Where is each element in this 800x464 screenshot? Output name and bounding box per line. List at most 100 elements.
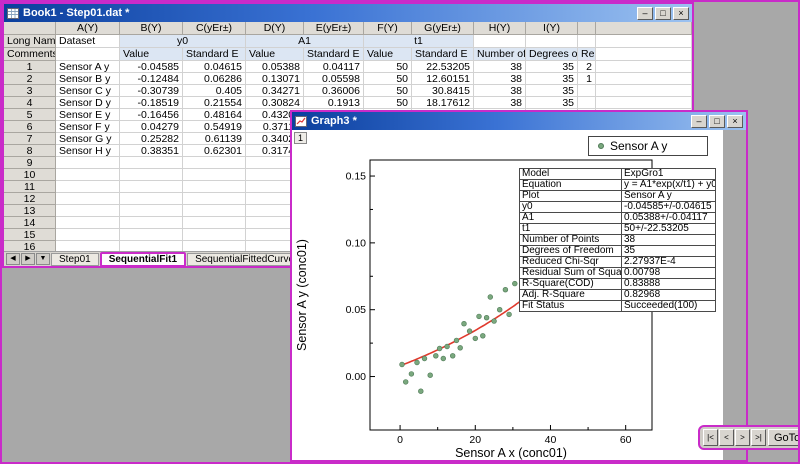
- col-header[interactable]: D(Y): [246, 22, 304, 35]
- worksheet-titlebar[interactable]: Book1 - Step01.dat * – □ ×: [4, 4, 692, 22]
- cell-comment[interactable]: Value: [246, 48, 304, 61]
- row-header[interactable]: 11: [4, 181, 56, 193]
- row-header[interactable]: 5: [4, 109, 56, 121]
- cell[interactable]: Sensor G y: [56, 133, 120, 145]
- cell[interactable]: 12.60151: [412, 73, 474, 85]
- row-header[interactable]: 16: [4, 241, 56, 251]
- cell-comment[interactable]: Standard E: [412, 48, 474, 61]
- cell[interactable]: 0.405: [183, 85, 246, 97]
- row-header[interactable]: 10: [4, 169, 56, 181]
- row-header[interactable]: 7: [4, 133, 56, 145]
- row-header[interactable]: 9: [4, 157, 56, 169]
- row-header[interactable]: 13: [4, 205, 56, 217]
- cell[interactable]: 0.05388: [246, 61, 304, 73]
- legend[interactable]: Sensor A y: [588, 136, 708, 156]
- cell[interactable]: 35: [526, 61, 578, 73]
- cell[interactable]: [120, 193, 183, 205]
- cell-comment[interactable]: Standard E: [183, 48, 246, 61]
- col-header[interactable]: G(yEr±): [412, 22, 474, 35]
- cell[interactable]: 0.34271: [246, 85, 304, 97]
- goto-nav-button[interactable]: |<: [703, 429, 718, 446]
- cell[interactable]: 0.30824: [246, 97, 304, 109]
- cell-comment[interactable]: Re: [578, 48, 596, 61]
- cell-comment[interactable]: Value: [364, 48, 412, 61]
- maximize-button[interactable]: □: [709, 115, 725, 128]
- cell[interactable]: [120, 205, 183, 217]
- cell[interactable]: [56, 217, 120, 229]
- row-header[interactable]: 3: [4, 85, 56, 97]
- cell[interactable]: [120, 241, 183, 251]
- col-header[interactable]: [596, 22, 692, 35]
- goto-nav-button[interactable]: >: [735, 429, 750, 446]
- cell[interactable]: [56, 205, 120, 217]
- cell[interactable]: 0.04279: [120, 121, 183, 133]
- cell[interactable]: -0.18519: [120, 97, 183, 109]
- cell[interactable]: [56, 157, 120, 169]
- cell[interactable]: 0.05598: [304, 73, 364, 85]
- tab-nav-button[interactable]: ▶: [21, 253, 35, 265]
- cell[interactable]: [183, 205, 246, 217]
- row-header-longname[interactable]: Long Name: [4, 35, 56, 48]
- cell[interactable]: 38: [474, 73, 526, 85]
- cell[interactable]: 38: [474, 97, 526, 109]
- row-header[interactable]: 6: [4, 121, 56, 133]
- cell[interactable]: -0.30739: [120, 85, 183, 97]
- cell[interactable]: [120, 229, 183, 241]
- row-header-comments[interactable]: Comments: [4, 48, 56, 61]
- col-header[interactable]: A(Y): [56, 22, 120, 35]
- cell-comment[interactable]: [596, 48, 692, 61]
- cell-comment[interactable]: Degrees of: [526, 48, 578, 61]
- sheet-tab-sequentialfit1[interactable]: SequentialFit1: [100, 252, 186, 267]
- layer-badge[interactable]: 1: [294, 132, 307, 144]
- cell[interactable]: 2: [578, 61, 596, 73]
- cell[interactable]: 50: [364, 85, 412, 97]
- cell[interactable]: 38: [474, 61, 526, 73]
- cell[interactable]: [596, 73, 692, 85]
- row-header[interactable]: 15: [4, 229, 56, 241]
- cell[interactable]: [183, 217, 246, 229]
- cell[interactable]: -0.12484: [120, 73, 183, 85]
- cell[interactable]: [56, 169, 120, 181]
- cell[interactable]: 0.61139: [183, 133, 246, 145]
- minimize-button[interactable]: –: [637, 7, 653, 20]
- cell[interactable]: Sensor A y: [56, 61, 120, 73]
- col-header[interactable]: E(yEr±): [304, 22, 364, 35]
- cell[interactable]: 0.04615: [183, 61, 246, 73]
- cell[interactable]: [183, 241, 246, 251]
- cell[interactable]: 1: [578, 73, 596, 85]
- row-header[interactable]: 4: [4, 97, 56, 109]
- cell[interactable]: [474, 35, 526, 48]
- cell[interactable]: 50: [364, 61, 412, 73]
- cell[interactable]: 0.06286: [183, 73, 246, 85]
- cell-comment[interactable]: Number of: [474, 48, 526, 61]
- cell[interactable]: 0.04117: [304, 61, 364, 73]
- grid-corner[interactable]: [4, 22, 56, 35]
- cell[interactable]: -0.04585: [120, 61, 183, 73]
- cell-param-group[interactable]: t1: [364, 35, 474, 48]
- cell[interactable]: [526, 35, 578, 48]
- cell[interactable]: 35: [526, 85, 578, 97]
- tab-nav-button[interactable]: ▼: [36, 253, 50, 265]
- cell[interactable]: 0.62301: [183, 145, 246, 157]
- cell[interactable]: 0.54919: [183, 121, 246, 133]
- cell[interactable]: 35: [526, 73, 578, 85]
- row-header[interactable]: 1: [4, 61, 56, 73]
- cell[interactable]: Sensor H y: [56, 145, 120, 157]
- col-header[interactable]: I(Y): [526, 22, 578, 35]
- cell[interactable]: [183, 229, 246, 241]
- cell[interactable]: Sensor C y: [56, 85, 120, 97]
- cell[interactable]: [183, 157, 246, 169]
- cell-comment[interactable]: Standard E: [304, 48, 364, 61]
- goto-nav-button[interactable]: <: [719, 429, 734, 446]
- minimize-button[interactable]: –: [691, 115, 707, 128]
- col-header[interactable]: [578, 22, 596, 35]
- cell[interactable]: 0.1913: [304, 97, 364, 109]
- cell[interactable]: 0.21554: [183, 97, 246, 109]
- col-header[interactable]: F(Y): [364, 22, 412, 35]
- fit-results-table[interactable]: ModelExpGro1Equationy = A1*exp(x/t1) + y…: [519, 168, 716, 312]
- cell-param-group[interactable]: A1: [246, 35, 364, 48]
- cell[interactable]: Sensor E y: [56, 109, 120, 121]
- cell[interactable]: [596, 85, 692, 97]
- cell[interactable]: [56, 193, 120, 205]
- row-header[interactable]: 14: [4, 217, 56, 229]
